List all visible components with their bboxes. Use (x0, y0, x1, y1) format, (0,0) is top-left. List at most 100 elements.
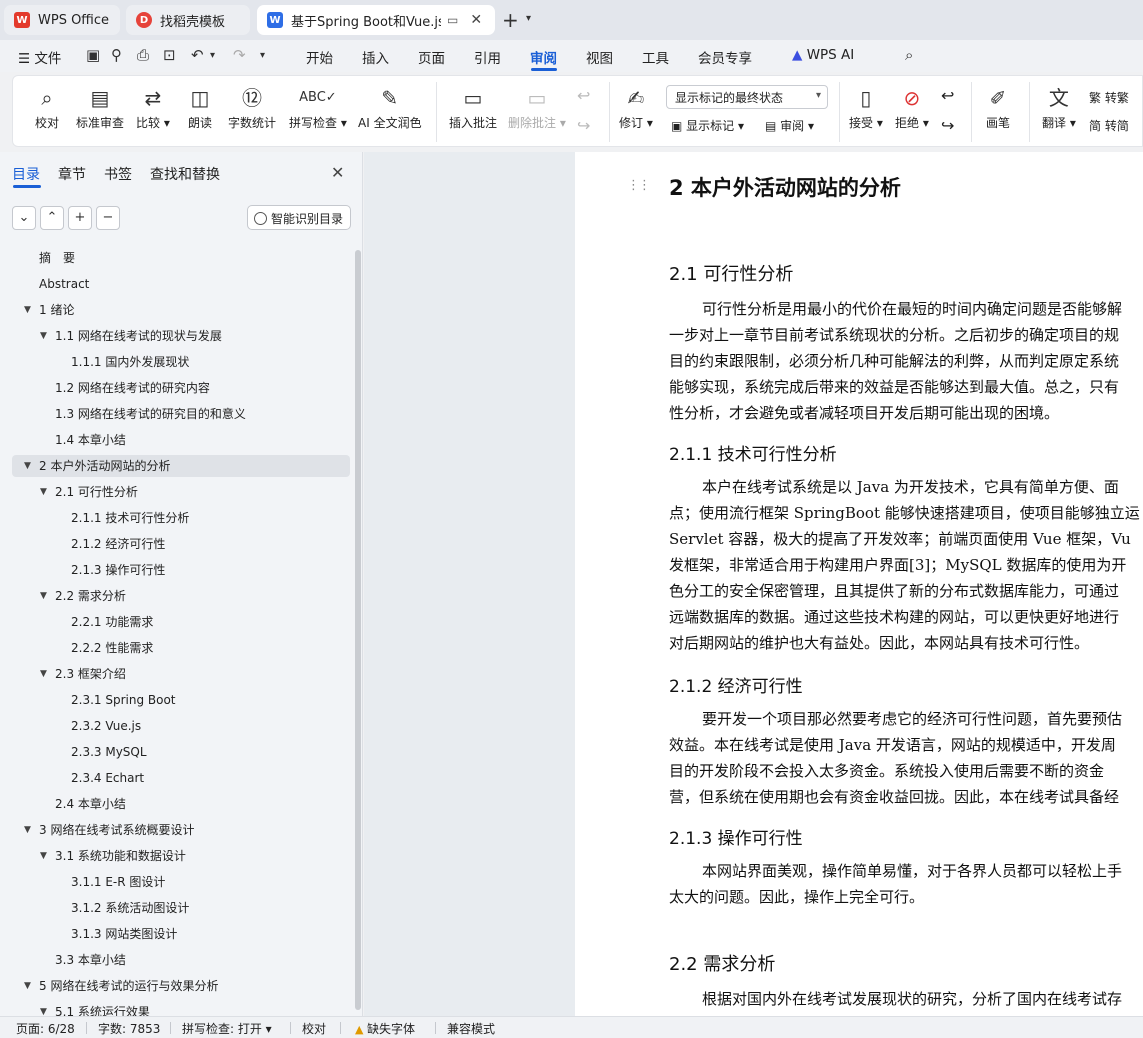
next-comment-icon[interactable]: ↪ (577, 116, 590, 135)
menu-wps-ai[interactable]: ▲ WPS AI (792, 47, 854, 63)
collapse-all-icon[interactable]: ⌄ (12, 206, 36, 230)
pen-button[interactable]: ✐ 画笔 (986, 84, 1010, 131)
expand-all-icon[interactable]: ⌃ (40, 206, 64, 230)
toc-item[interactable]: ▼ 2 本户外活动网站的分析 (24, 454, 170, 478)
nav-tab-toc[interactable]: 目录 (12, 164, 40, 184)
menu-file[interactable]: ☰ 文件 (18, 47, 61, 67)
add-heading-icon[interactable]: + (68, 206, 92, 230)
toc-item[interactable]: 3.3 本章小结 (55, 948, 126, 972)
spell-check-status[interactable]: 拼写检查: 打开 ▾ (182, 1020, 272, 1037)
expand-caret-icon[interactable]: ▼ (40, 584, 47, 608)
toc-item[interactable]: ▼ 3.1 系统功能和数据设计 (40, 844, 186, 868)
translate-button[interactable]: 文翻译 ▾ (1042, 84, 1076, 131)
to-traditional-button[interactable]: 繁 转繁 (1089, 89, 1129, 106)
nav-scrollbar[interactable] (355, 250, 361, 1010)
menu-view[interactable]: 视图 (586, 47, 613, 67)
read-aloud-button[interactable]: ◫ 朗读 (188, 84, 212, 131)
document-page[interactable]: ⋮⋮ 2 本户外活动网站的分析 2.1 可行性分析 可行性分析是用最小的代价在最… (575, 152, 1143, 1016)
word-count-indicator[interactable]: 字数: 7853 (98, 1020, 160, 1037)
toc-item[interactable]: 2.2.1 功能需求 (71, 610, 153, 634)
insert-comment-button[interactable]: ▭ 插入批注 (449, 84, 497, 131)
accept-button[interactable]: ▯ 接受 ▾ (849, 84, 883, 131)
toc-item[interactable]: 2.2.2 性能需求 (71, 636, 153, 660)
menu-home[interactable]: 开始 (306, 47, 333, 67)
toc-item[interactable]: 2.4 本章小结 (55, 792, 126, 816)
nav-tab-find-replace[interactable]: 查找和替换 (150, 164, 220, 184)
expand-caret-icon[interactable]: ▼ (40, 1000, 47, 1016)
toc-item[interactable]: 3.1.1 E-R 图设计 (71, 870, 165, 894)
chevron-down-icon[interactable]: ▾ (526, 13, 531, 24)
expand-caret-icon[interactable]: ▼ (40, 844, 47, 868)
undo-icon[interactable]: ↶ (191, 46, 204, 64)
toc-item[interactable]: 1.2 网络在线考试的研究内容 (55, 376, 210, 400)
toc-item[interactable]: 2.3.2 Vue.js (71, 714, 141, 738)
monitor-icon[interactable]: ▭ (447, 13, 458, 27)
redo-icon[interactable]: ↷ (233, 46, 246, 64)
print-icon[interactable]: ⎙ (137, 46, 149, 64)
close-pane-icon[interactable]: ✕ (331, 163, 344, 182)
expand-caret-icon[interactable]: ▼ (40, 480, 47, 504)
nav-tab-bookmarks[interactable]: 书签 (104, 164, 132, 184)
expand-caret-icon[interactable]: ▼ (24, 974, 31, 998)
toc-item[interactable]: 1.1.1 国内外发展现状 (71, 350, 189, 374)
toc-item[interactable]: 2.3.3 MySQL (71, 740, 147, 764)
nav-tab-sections[interactable]: 章节 (58, 164, 86, 184)
expand-caret-icon[interactable]: ▼ (24, 298, 31, 322)
more-chevron-icon[interactable]: ▾ (260, 50, 265, 61)
toc-item[interactable]: ▼ 1.1 网络在线考试的现状与发展 (40, 324, 222, 348)
tab-current-document[interactable]: W 基于Spring Boot和Vue.js的户 ▭ ✕ (257, 5, 495, 35)
previous-comment-icon[interactable]: ↩ (577, 86, 590, 105)
menu-tools[interactable]: 工具 (642, 47, 669, 67)
expand-caret-icon[interactable]: ▼ (40, 662, 47, 686)
expand-caret-icon[interactable]: ▼ (40, 324, 47, 348)
review-pane-button[interactable]: ▤ 审阅 ▾ (765, 117, 814, 134)
toc-item[interactable]: ▼ 1 绪论 (24, 298, 74, 322)
menu-insert[interactable]: 插入 (362, 47, 389, 67)
tab-docer-templates[interactable]: D 找稻壳模板 (126, 5, 250, 35)
delete-comment-button[interactable]: ▭ 删除批注 ▾ (508, 84, 566, 131)
save-icon[interactable]: ▣ (86, 46, 100, 64)
reject-button[interactable]: ⊘ 拒绝 ▾ (895, 84, 929, 131)
toc-item[interactable]: 2.3.4 Echart (71, 766, 144, 790)
expand-caret-icon[interactable]: ▼ (24, 454, 31, 478)
new-tab-icon[interactable]: + (502, 8, 519, 32)
drag-handle-icon[interactable]: ⋮⋮ (627, 178, 651, 193)
ai-polish-button[interactable]: ✎ AI 全文润色 (358, 84, 422, 131)
proofread-status[interactable]: 校对 (302, 1020, 326, 1037)
display-mode-select[interactable]: 显示标记的最终状态 ▾ (666, 85, 828, 109)
toc-item[interactable]: ▼ 5 网络在线考试的运行与效果分析 (24, 974, 218, 998)
to-simplified-button[interactable]: 简 转简 (1089, 117, 1129, 134)
toc-item[interactable]: ▼ 3 网络在线考试系统概要设计 (24, 818, 194, 842)
toc-item[interactable]: 3.1.2 系统活动图设计 (71, 896, 189, 920)
tab-wps-office[interactable]: W WPS Office (4, 5, 120, 35)
toc-item[interactable]: 1.4 本章小结 (55, 428, 126, 452)
word-count-button[interactable]: ⑫ 字数统计 (228, 84, 276, 131)
next-change-icon[interactable]: ↪ (941, 116, 954, 135)
share-icon[interactable]: ⚲ (111, 46, 122, 64)
remove-heading-icon[interactable]: − (96, 206, 120, 230)
menu-page[interactable]: 页面 (418, 47, 445, 67)
print-preview-icon[interactable]: ⊡ (163, 46, 176, 64)
previous-change-icon[interactable]: ↩ (941, 86, 954, 105)
smart-toc-button[interactable]: 智能识别目录 (247, 205, 351, 230)
toc-item[interactable]: 摘 要 (39, 246, 75, 270)
missing-font-status[interactable]: ▲ 缺失字体 (355, 1020, 415, 1037)
toc-item[interactable]: 1.3 网络在线考试的研究目的和意义 (55, 402, 246, 426)
menu-review[interactable]: 审阅 (530, 47, 557, 67)
expand-caret-icon[interactable]: ▼ (24, 818, 31, 842)
close-icon[interactable]: ✕ (470, 12, 482, 28)
spell-check-button[interactable]: ABC✓ 拼写检查 ▾ (289, 84, 347, 131)
menu-reference[interactable]: 引用 (474, 47, 501, 67)
toc-item[interactable]: 2.1.3 操作可行性 (71, 558, 165, 582)
toc-item[interactable]: 2.3.1 Spring Boot (71, 688, 176, 712)
proofread-button[interactable]: ⌕ 校对 (35, 84, 59, 131)
standard-review-button[interactable]: ▤ 标准审查 (76, 84, 124, 131)
toc-item[interactable]: 2.1.2 经济可行性 (71, 532, 165, 556)
toc-item[interactable]: ▼ 2.3 框架介绍 (40, 662, 126, 686)
toc-item[interactable]: ▼ 5.1 系统运行效果 (40, 1000, 150, 1016)
toc-item[interactable]: Abstract (39, 272, 89, 296)
toc-item[interactable]: ▼ 2.1 可行性分析 (40, 480, 138, 504)
undo-menu-icon[interactable]: ▾ (210, 50, 215, 61)
toc-item[interactable]: ▼ 2.2 需求分析 (40, 584, 126, 608)
page-indicator[interactable]: 页面: 6/28 (16, 1020, 75, 1037)
